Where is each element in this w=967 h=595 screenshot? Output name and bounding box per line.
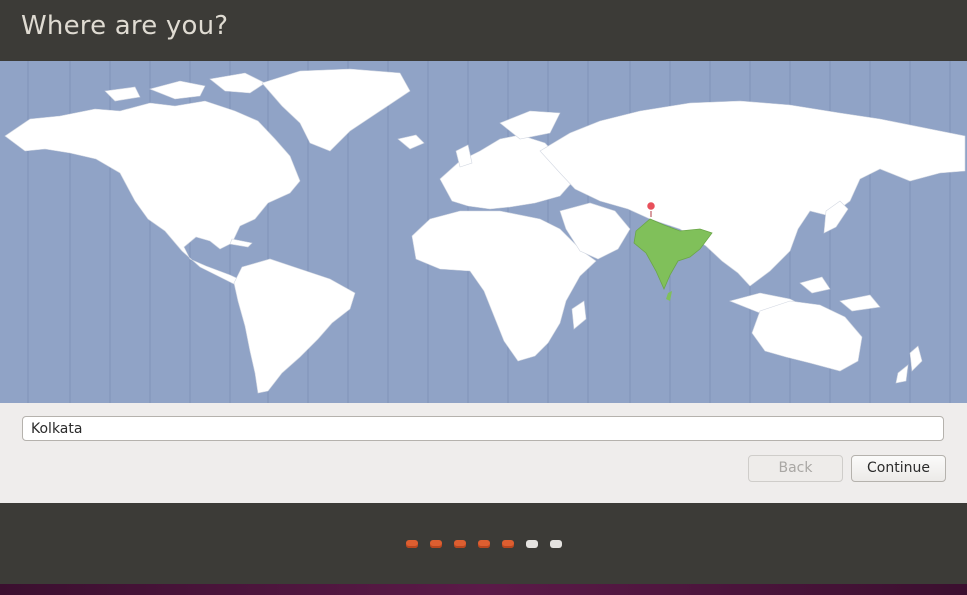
selected-region-india[interactable] <box>633 218 713 290</box>
progress-indicator <box>406 540 562 548</box>
progress-dot-pending <box>550 540 562 548</box>
progress-footer <box>0 503 967 584</box>
progress-dot-complete <box>454 540 466 548</box>
title-bar: Where are you? <box>0 0 967 61</box>
timezone-map[interactable] <box>0 61 967 403</box>
progress-dot-complete <box>430 540 442 548</box>
back-button[interactable]: Back <box>748 455 843 482</box>
land-masses <box>4 68 966 394</box>
progress-dot-complete <box>502 540 514 548</box>
world-map[interactable] <box>0 61 967 403</box>
selected-region-srilanka <box>666 291 672 301</box>
progress-dot-complete <box>406 540 418 548</box>
location-panel: Back Continue <box>0 403 967 503</box>
progress-dot-pending <box>526 540 538 548</box>
progress-dot-complete <box>478 540 490 548</box>
location-input[interactable] <box>22 416 944 441</box>
page-title: Where are you? <box>21 11 229 41</box>
desktop-background-strip <box>0 584 967 595</box>
continue-button[interactable]: Continue <box>851 455 946 482</box>
